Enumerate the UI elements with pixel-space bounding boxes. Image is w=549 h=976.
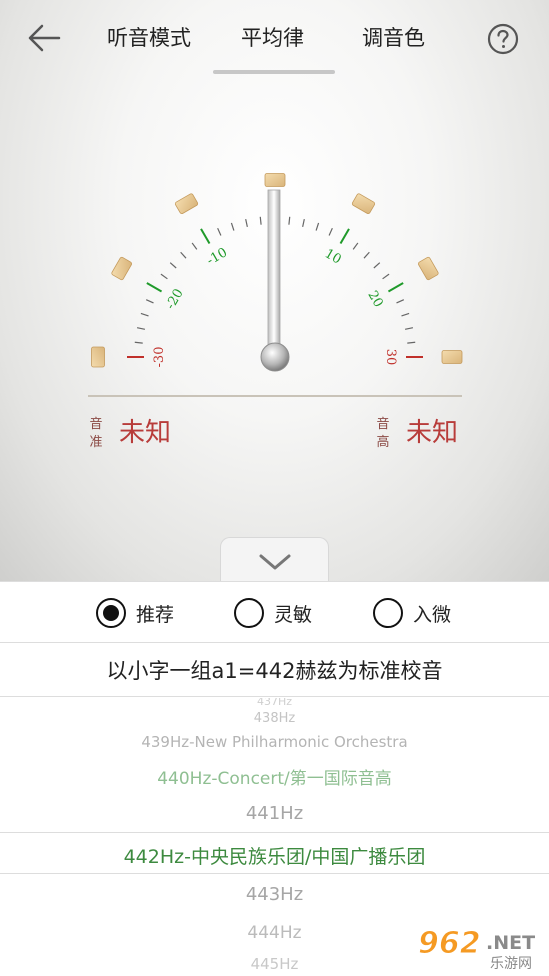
scale-label-minus-30: -30 — [152, 347, 167, 368]
picker-item[interactable]: 440Hz-Concert/第一国际音高 — [0, 764, 549, 789]
gauge-tick — [387, 282, 404, 293]
gauge-tick — [288, 216, 291, 225]
radio-subtle[interactable] — [373, 598, 403, 628]
tuning-needle — [267, 189, 281, 353]
watermark-suffix: .NET — [486, 932, 535, 954]
picker-item[interactable]: 443Hz — [0, 884, 549, 905]
watermark-sub: 乐游网 — [490, 956, 532, 972]
gauge-tick — [352, 242, 359, 250]
picker-item[interactable]: 439Hz-New Philharmonic Orchestra — [0, 733, 549, 751]
header: 听音模式 平均律 调音色 — [0, 0, 549, 80]
scale-label-plus-20: 20 — [364, 288, 385, 310]
scale-label-plus-30: 30 — [383, 349, 398, 366]
picker-item[interactable]: 437Hz — [0, 698, 549, 708]
option-recommended[interactable]: 推荐 — [96, 596, 174, 630]
tuning-standard-text: 以小字一组a1=442赫兹为标准校音 — [0, 643, 549, 697]
tab-equal-temperament[interactable]: 平均律 — [241, 22, 304, 54]
picker-item[interactable]: 438Hz — [0, 711, 549, 726]
gauge-tick — [382, 273, 390, 280]
scale-label-minus-10: -10 — [204, 245, 230, 268]
radio-recommended[interactable] — [96, 598, 126, 628]
tab-listen-mode[interactable]: 听音模式 — [107, 22, 191, 54]
gauge-marker — [111, 256, 133, 281]
accuracy-label: 音准 — [89, 417, 103, 450]
gauge-tick — [259, 216, 262, 225]
gauge-tick — [145, 299, 154, 304]
gauge-tick — [404, 327, 414, 330]
gauge-tick — [134, 341, 143, 344]
gauge-tick — [146, 282, 163, 293]
picker-item[interactable]: 441Hz — [0, 803, 549, 824]
gauge-tick — [407, 341, 416, 344]
gauge-tick — [169, 262, 177, 269]
gauge-tick — [160, 273, 168, 280]
gauge-marker — [441, 350, 463, 364]
radio-sensitive[interactable] — [234, 598, 264, 628]
gauge-tick — [230, 222, 235, 231]
question-circle-icon — [487, 23, 519, 55]
gauge-tick — [302, 218, 305, 228]
scale-label-plus-10: 10 — [322, 246, 344, 267]
option-subtle[interactable]: 入微 — [373, 596, 451, 630]
gauge-tick — [328, 227, 333, 236]
site-watermark: 962 .NET 乐游网 — [418, 926, 536, 973]
accuracy-value: 未知 — [119, 418, 172, 448]
option-subtle-label: 入微 — [413, 603, 452, 626]
watermark-logo: 962 — [418, 926, 481, 961]
gauge-tick — [401, 312, 410, 317]
pitch-value: 未知 — [406, 418, 459, 448]
gauge-marker — [351, 193, 376, 215]
chevron-down-icon — [259, 554, 290, 569]
gauge-tick — [136, 327, 146, 330]
gauge-marker — [174, 193, 199, 215]
help-button[interactable] — [486, 22, 520, 56]
gauge-tick — [245, 218, 248, 228]
gauge-tick — [339, 228, 350, 245]
tuning-gauge: -10 -20 -30 10 20 30 — [88, 173, 463, 397]
gauge-marker — [417, 256, 439, 281]
gauge-marker — [264, 173, 286, 187]
option-sensitive-label: 灵敏 — [274, 603, 313, 626]
gauge-tick — [363, 251, 370, 259]
gauge-tick — [180, 251, 187, 259]
picker-item-selected[interactable]: 442Hz-中央民族乐团/中国广播乐团 — [0, 842, 549, 869]
gauge-marker — [91, 346, 105, 368]
back-button[interactable] — [22, 18, 66, 58]
gauge-tick — [217, 227, 222, 236]
gauge-tick — [315, 222, 320, 231]
tuner-area: 听音模式 平均律 调音色 -10 -20 -30 10 20 30 音准 未知 … — [0, 0, 549, 581]
option-recommended-label: 推荐 — [136, 603, 175, 626]
gauge-tick — [140, 312, 149, 317]
gauge-tick — [373, 262, 381, 269]
gauge-tick — [396, 299, 405, 304]
pitch-label: 音高 — [376, 417, 390, 450]
option-sensitive[interactable]: 灵敏 — [234, 596, 312, 630]
active-tab-indicator — [213, 70, 335, 74]
gauge-tick — [200, 228, 211, 245]
expand-button[interactable] — [220, 537, 329, 585]
arrow-left-icon — [28, 24, 61, 52]
settings-panel: 推荐 灵敏 入微 以小字一组a1=442赫兹为标准校音 437Hz 438Hz … — [0, 581, 549, 976]
needle-pivot — [260, 342, 290, 372]
sensitivity-options: 推荐 灵敏 入微 — [0, 581, 549, 643]
scale-label-minus-20: -20 — [163, 286, 186, 312]
tab-timbre[interactable]: 调音色 — [362, 22, 425, 54]
gauge-tick — [191, 242, 198, 250]
